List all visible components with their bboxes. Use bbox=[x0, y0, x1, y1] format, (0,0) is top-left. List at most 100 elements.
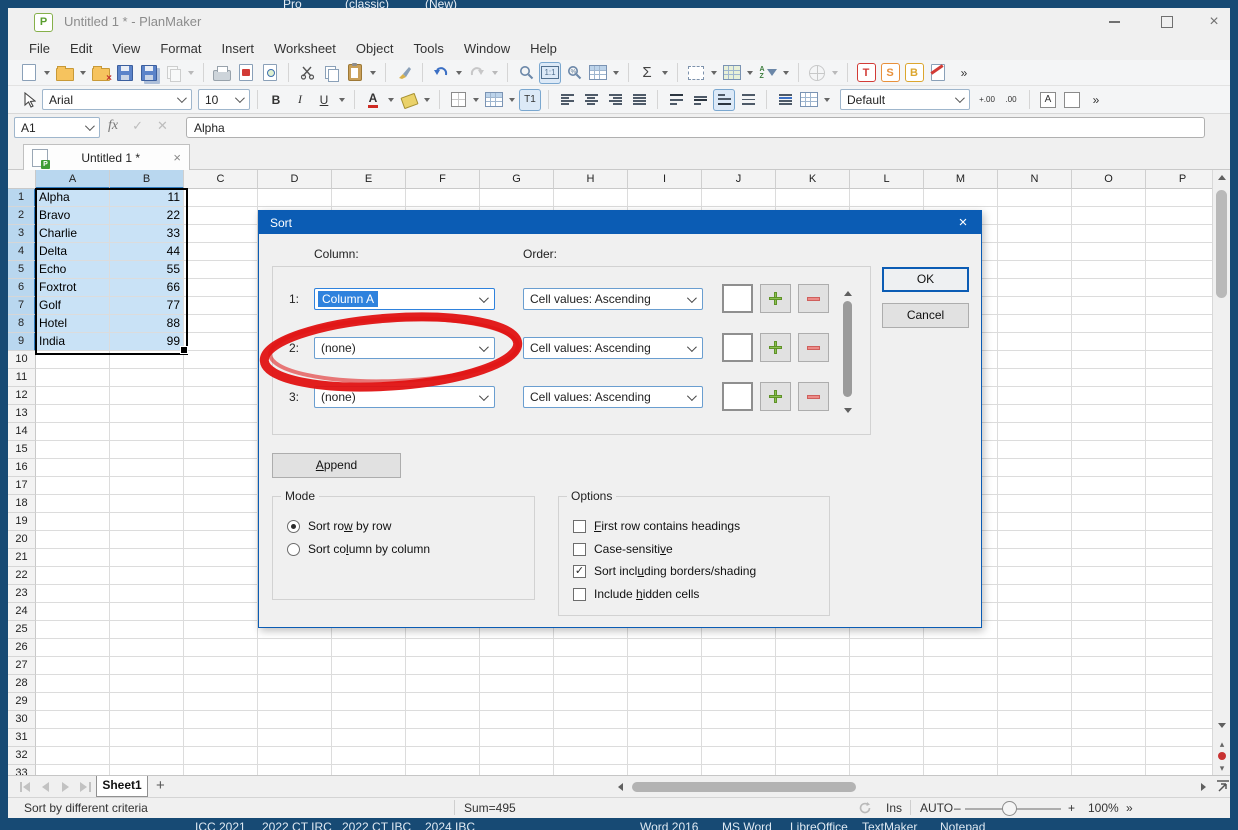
cell-B12[interactable] bbox=[110, 387, 184, 405]
cell-P18[interactable] bbox=[1146, 495, 1212, 513]
row-header-26[interactable]: 26 bbox=[8, 639, 36, 657]
row-header-6[interactable]: 6 bbox=[8, 279, 36, 297]
cell-G33[interactable] bbox=[480, 765, 554, 775]
cell-B7[interactable]: 77 bbox=[110, 297, 184, 315]
cell-N26[interactable] bbox=[998, 639, 1072, 657]
save-all-button[interactable] bbox=[138, 62, 160, 84]
underline-button[interactable]: U bbox=[313, 89, 335, 111]
row-header-31[interactable]: 31 bbox=[8, 729, 36, 747]
print-button[interactable] bbox=[211, 62, 233, 84]
print-preview-button[interactable] bbox=[259, 62, 281, 84]
cell-C1[interactable] bbox=[184, 189, 258, 207]
row-header-22[interactable]: 22 bbox=[8, 567, 36, 585]
fill-color-dropdown-icon[interactable] bbox=[424, 98, 430, 102]
character-dialog-button[interactable]: A bbox=[1037, 89, 1059, 111]
column-header-E[interactable]: E bbox=[332, 170, 406, 189]
cell-A8[interactable]: Hotel bbox=[36, 315, 110, 333]
cell-B4[interactable]: 44 bbox=[110, 243, 184, 261]
cell-H1[interactable] bbox=[554, 189, 628, 207]
redo-dropdown-icon[interactable] bbox=[492, 71, 498, 75]
cell-B15[interactable] bbox=[110, 441, 184, 459]
export-pdf-button[interactable] bbox=[235, 62, 257, 84]
first-sheet-button[interactable] bbox=[23, 782, 30, 792]
formula-input[interactable]: Alpha bbox=[186, 117, 1205, 138]
cell-C31[interactable] bbox=[184, 729, 258, 747]
cell-N17[interactable] bbox=[998, 477, 1072, 495]
taskbar-item[interactable]: Notepad bbox=[940, 820, 985, 830]
cell-B1[interactable]: 11 bbox=[110, 189, 184, 207]
cell-M1[interactable] bbox=[924, 189, 998, 207]
cell-L31[interactable] bbox=[850, 729, 924, 747]
cell-D28[interactable] bbox=[258, 675, 332, 693]
cell-O13[interactable] bbox=[1072, 405, 1146, 423]
sync-icon[interactable] bbox=[858, 801, 872, 815]
cell-K29[interactable] bbox=[776, 693, 850, 711]
taskbar-item[interactable]: (classic) bbox=[345, 0, 389, 8]
cell-B19[interactable] bbox=[110, 513, 184, 531]
last-sheet-icon[interactable] bbox=[89, 782, 91, 792]
row-header-12[interactable]: 12 bbox=[8, 387, 36, 405]
cell-C9[interactable] bbox=[184, 333, 258, 351]
cell-O24[interactable] bbox=[1072, 603, 1146, 621]
cell-O28[interactable] bbox=[1072, 675, 1146, 693]
row-header-16[interactable]: 16 bbox=[8, 459, 36, 477]
column-header-P[interactable]: P bbox=[1146, 170, 1212, 189]
row-header-8[interactable]: 8 bbox=[8, 315, 36, 333]
cell-L30[interactable] bbox=[850, 711, 924, 729]
cell-B5[interactable]: 55 bbox=[110, 261, 184, 279]
cell-A26[interactable] bbox=[36, 639, 110, 657]
criterion-1-color-box[interactable] bbox=[722, 284, 753, 313]
cell-P11[interactable] bbox=[1146, 369, 1212, 387]
cell-A18[interactable] bbox=[36, 495, 110, 513]
cell-A20[interactable] bbox=[36, 531, 110, 549]
cell-A32[interactable] bbox=[36, 747, 110, 765]
cell-F31[interactable] bbox=[406, 729, 480, 747]
redo-button[interactable] bbox=[466, 62, 488, 84]
cell-N27[interactable] bbox=[998, 657, 1072, 675]
cell-A15[interactable] bbox=[36, 441, 110, 459]
menu-tools[interactable]: Tools bbox=[404, 38, 452, 59]
cell-B28[interactable] bbox=[110, 675, 184, 693]
taskbar-item[interactable]: 2022 CT IRC bbox=[262, 820, 332, 830]
zoom-100-button[interactable]: 1:1 bbox=[539, 62, 561, 84]
cell-H27[interactable] bbox=[554, 657, 628, 675]
cell-H29[interactable] bbox=[554, 693, 628, 711]
cell-N21[interactable] bbox=[998, 549, 1072, 567]
cell-style-select[interactable]: Default bbox=[840, 89, 970, 110]
split-view-top-button[interactable]: ▴ bbox=[1213, 738, 1231, 750]
cell-C16[interactable] bbox=[184, 459, 258, 477]
row-header-27[interactable]: 27 bbox=[8, 657, 36, 675]
document-tab-close-icon[interactable]: × bbox=[173, 150, 181, 165]
cell-I31[interactable] bbox=[628, 729, 702, 747]
cell-C10[interactable] bbox=[184, 351, 258, 369]
column-header-M[interactable]: M bbox=[924, 170, 998, 189]
cancel-formula-button[interactable]: ✕ bbox=[157, 118, 168, 134]
dialog-close-icon[interactable]: × bbox=[953, 213, 973, 232]
auto-indicator[interactable]: AUTO bbox=[920, 801, 953, 815]
cell-B31[interactable] bbox=[110, 729, 184, 747]
cell-C2[interactable] bbox=[184, 207, 258, 225]
underline-dropdown-icon[interactable] bbox=[339, 98, 345, 102]
cell-N23[interactable] bbox=[998, 585, 1072, 603]
row-header-13[interactable]: 13 bbox=[8, 405, 36, 423]
cell-O21[interactable] bbox=[1072, 549, 1146, 567]
sort-column-select-1[interactable]: Column A bbox=[314, 288, 495, 310]
cell-D33[interactable] bbox=[258, 765, 332, 775]
frame-dropdown-icon[interactable] bbox=[711, 71, 717, 75]
scroll-down-icon[interactable] bbox=[1218, 723, 1226, 728]
autosum-button[interactable]: Σ bbox=[636, 62, 658, 84]
cell-M27[interactable] bbox=[924, 657, 998, 675]
horizontal-scrollbar[interactable] bbox=[618, 778, 1218, 795]
zoom-button[interactable]: % bbox=[563, 62, 585, 84]
column-header-K[interactable]: K bbox=[776, 170, 850, 189]
cell-N32[interactable] bbox=[998, 747, 1072, 765]
web-dropdown-icon[interactable] bbox=[832, 71, 838, 75]
sort-filter-button[interactable]: AZ bbox=[757, 62, 779, 84]
cell-N31[interactable] bbox=[998, 729, 1072, 747]
cell-O32[interactable] bbox=[1072, 747, 1146, 765]
merge-cells-button[interactable] bbox=[798, 89, 820, 111]
cell-P29[interactable] bbox=[1146, 693, 1212, 711]
scroll-left-icon[interactable] bbox=[618, 783, 623, 791]
row-header-7[interactable]: 7 bbox=[8, 297, 36, 315]
web-button[interactable] bbox=[806, 62, 828, 84]
